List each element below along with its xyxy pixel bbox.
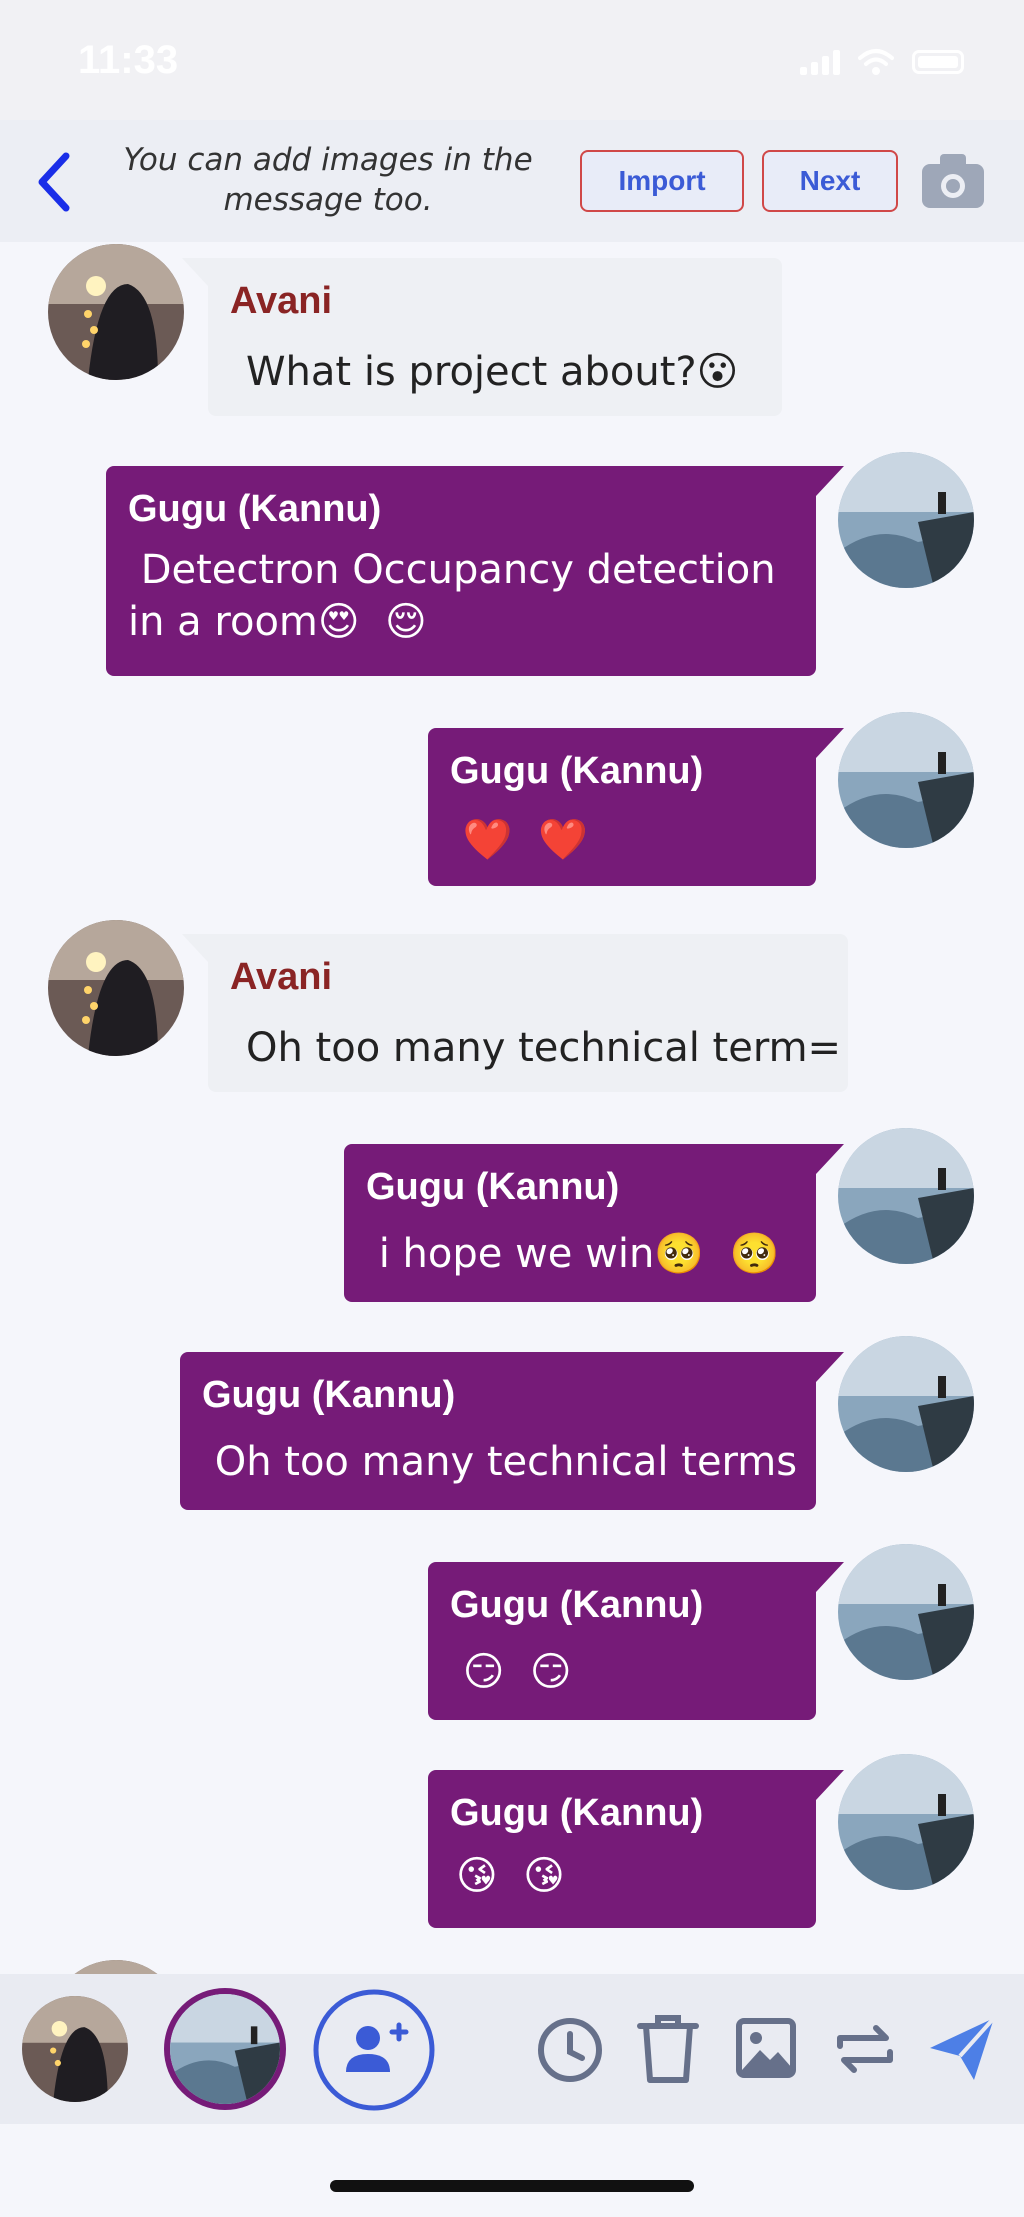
image-icon[interactable] (736, 2018, 796, 2078)
avatar-avani[interactable] (48, 1960, 184, 1974)
message-text: Oh too many technical terms (202, 1439, 798, 1485)
next-button[interactable]: Next (762, 150, 898, 212)
repeat-icon[interactable] (832, 2018, 898, 2080)
chevron-left-icon[interactable] (30, 150, 78, 214)
message-text: 😏 😏 (450, 1649, 572, 1695)
sender-select-gugu[interactable] (164, 1988, 286, 2110)
avatar-gugu[interactable] (838, 1754, 974, 1890)
sender-select-avani[interactable] (22, 1996, 128, 2102)
user-plus-icon[interactable] (312, 1988, 436, 2112)
avatar-avani[interactable] (48, 244, 184, 380)
message-text: 😘 😘 (456, 1853, 565, 1899)
message-list[interactable]: Avani What is project about?😮 Gugu (Kann… (0, 242, 1024, 1974)
clock-icon[interactable] (536, 2016, 604, 2084)
sender-name: Gugu (Kannu) (450, 1792, 704, 1834)
avatar-avani[interactable] (48, 920, 184, 1056)
bottom-toolbar (0, 1974, 1024, 2124)
sender-name: Gugu (Kannu) (128, 488, 382, 530)
status-icons (800, 48, 964, 76)
hint-text: You can add images in the message too. (123, 142, 533, 218)
sender-name: Gugu (Kannu) (202, 1374, 456, 1416)
message-bubble[interactable]: Gugu (Kannu) ❤️ ❤️ (428, 728, 844, 886)
home-indicator (330, 2180, 694, 2192)
send-icon[interactable] (926, 2014, 998, 2084)
message-bubble[interactable]: Gugu (Kannu) 😘 😘 (428, 1770, 844, 1928)
message-text: i hope we win🥺 🥺 (366, 1231, 780, 1277)
sender-name: Avani (230, 280, 333, 322)
message-text: Oh too many technical term= (246, 1025, 842, 1071)
wifi-icon (858, 49, 894, 75)
avatar-gugu[interactable] (838, 1544, 974, 1680)
sender-name: Gugu (Kannu) (366, 1166, 620, 1208)
avatar-gugu[interactable] (838, 452, 974, 588)
avatar-gugu[interactable] (838, 712, 974, 848)
message-text: Detectron Occupancy detection in a room😍… (128, 547, 776, 645)
message-bubble[interactable]: Avani Oh too many technical term= (182, 934, 848, 1092)
sender-name: Avani (230, 956, 333, 998)
message-bubble[interactable]: Gugu (Kannu) Oh too many technical terms (180, 1352, 844, 1510)
sender-name: Gugu (Kannu) (450, 750, 704, 792)
trash-icon[interactable] (636, 2012, 700, 2086)
message-text: What is project about?😮 (246, 349, 739, 395)
import-button[interactable]: Import (580, 150, 744, 212)
battery-icon (912, 50, 964, 74)
message-text: ❤️ ❤️ (450, 817, 588, 863)
avatar-gugu[interactable] (838, 1128, 974, 1264)
status-bar: 11:33 (0, 0, 1024, 120)
message-bubble[interactable]: Gugu (Kannu) Detectron Occupancy detecti… (106, 466, 844, 676)
composer-header: You can add images in the message too. I… (0, 120, 1024, 242)
camera-icon[interactable] (918, 150, 988, 212)
status-time: 11:33 (78, 38, 179, 82)
message-bubble[interactable]: Gugu (Kannu) 😏 😏 (428, 1562, 844, 1720)
sender-name: Gugu (Kannu) (450, 1584, 704, 1626)
avatar-gugu[interactable] (838, 1336, 974, 1472)
signal-icon (800, 49, 840, 75)
message-bubble[interactable]: Gugu (Kannu) i hope we win🥺 🥺 (344, 1144, 844, 1302)
message-bubble[interactable]: Avani What is project about?😮 (182, 258, 782, 416)
